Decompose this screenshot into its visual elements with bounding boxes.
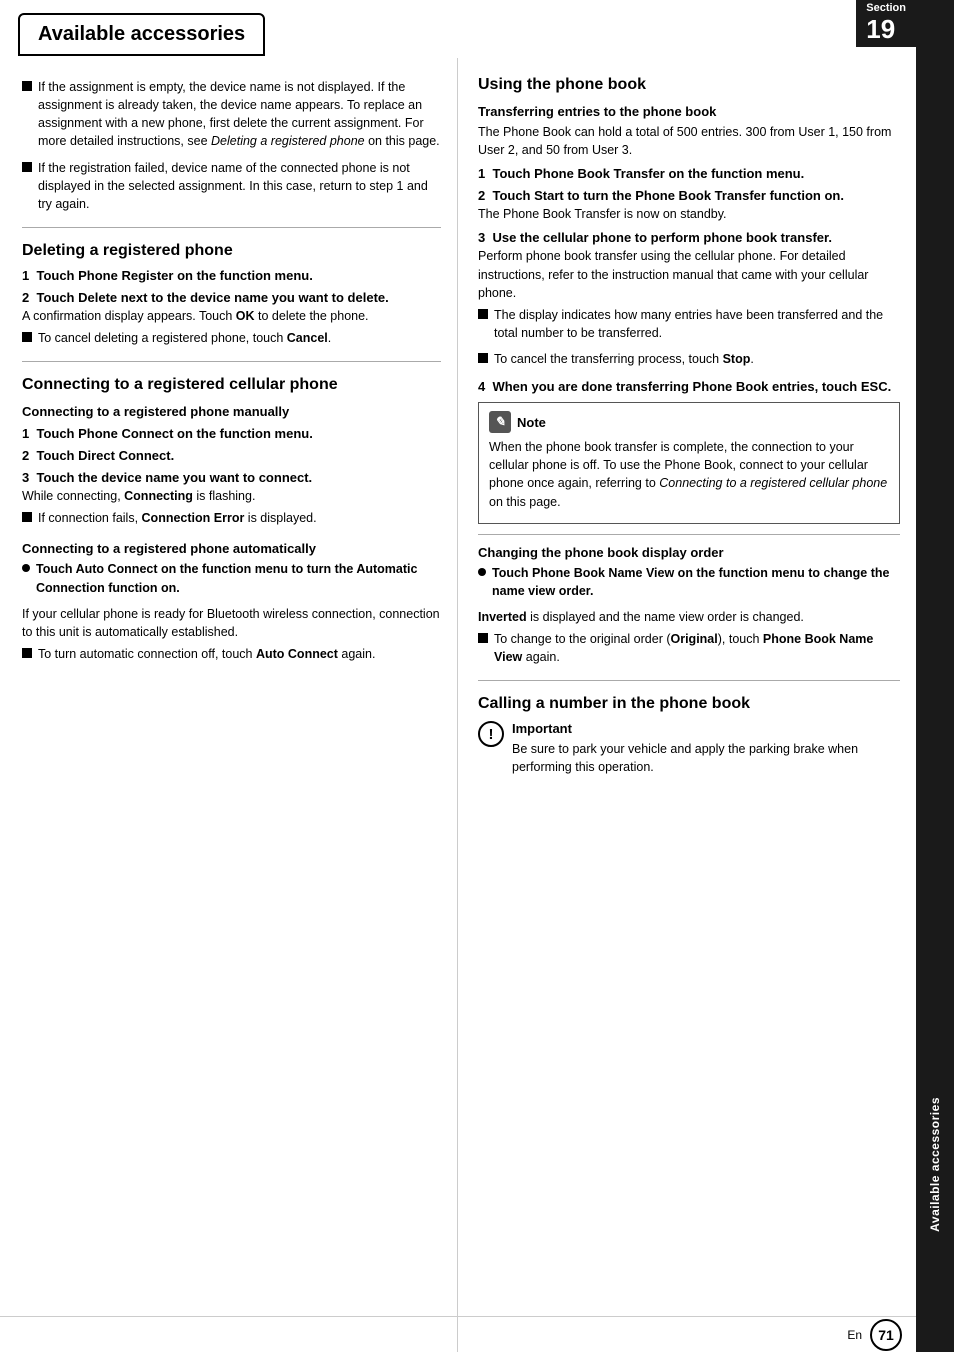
bullet-icon-2	[22, 162, 32, 172]
note-icon: ✎	[489, 411, 511, 433]
divider-1	[22, 227, 441, 228]
bullet-icon-5	[22, 648, 32, 658]
bullet-icon-6	[478, 309, 488, 319]
page: Available accessories Section 19 If the …	[0, 0, 954, 1352]
deleting-bullet: To cancel deleting a registered phone, t…	[22, 329, 441, 351]
note-label: Note	[517, 415, 546, 430]
changing-bullet-1: Touch Phone Book Name View on the functi…	[478, 564, 900, 604]
important-text: Be sure to park your vehicle and apply t…	[512, 740, 900, 776]
deleting-body-1: A confirmation display appears. Touch OK…	[22, 307, 441, 325]
transferring-step-4: 4 When you are done transferring Phone B…	[478, 379, 900, 394]
transferring-bullet-1-text: The display indicates how many entries h…	[494, 306, 900, 342]
left-column: If the assignment is empty, the device n…	[0, 58, 458, 1352]
connecting-heading: Connecting to a registered cellular phon…	[22, 376, 441, 394]
changing-body-1: Inverted is displayed and the name view …	[478, 608, 900, 626]
connecting-auto-bullet-2: To turn automatic connection off, touch …	[22, 645, 441, 667]
sidebar-label: Available accessories	[928, 1097, 942, 1232]
connecting-auto-bullet-text: Touch Auto Connect on the function menu …	[36, 560, 441, 596]
transferring-bullet-1: The display indicates how many entries h…	[478, 306, 900, 346]
bullet-icon	[22, 81, 32, 91]
connecting-manual-body-1: While connecting, Connecting is flashing…	[22, 487, 441, 505]
transferring-body-2: Perform phone book transfer using the ce…	[478, 247, 900, 301]
circle-icon-1	[22, 564, 30, 572]
connecting-manual-step-2: 2 Touch Direct Connect.	[22, 448, 441, 463]
section-number: 19	[866, 14, 906, 45]
note-text: When the phone book transfer is complete…	[489, 438, 889, 511]
changing-bullet-2-text: To change to the original order (Origina…	[494, 630, 900, 666]
transferring-step-1: 1 Touch Phone Book Transfer on the funct…	[478, 166, 900, 181]
transferring-step-2: 2 Touch Start to turn the Phone Book Tra…	[478, 188, 900, 203]
important-icon: !	[478, 721, 504, 747]
circle-icon-2	[478, 568, 486, 576]
connecting-auto-bullet-2-text: To turn automatic connection off, touch …	[38, 645, 375, 663]
phone-book-heading: Using the phone book	[478, 76, 900, 94]
deleting-step-1: 1 Touch Phone Register on the function m…	[22, 268, 441, 283]
bullet-icon-7	[478, 353, 488, 363]
transferring-bullet-2: To cancel the transferring process, touc…	[478, 350, 900, 372]
transferring-intro: The Phone Book can hold a total of 500 e…	[478, 123, 900, 159]
changing-bullet-2: To change to the original order (Origina…	[478, 630, 900, 670]
section-label: Section	[866, 2, 906, 14]
divider-3	[478, 534, 900, 535]
divider-4	[478, 680, 900, 681]
connecting-auto-heading: Connecting to a registered phone automat…	[22, 541, 441, 556]
connecting-manual-step-1: 1 Touch Phone Connect on the function me…	[22, 426, 441, 441]
intro-bullet-1-text: If the assignment is empty, the device n…	[38, 78, 441, 151]
calling-heading: Calling a number in the phone book	[478, 695, 900, 713]
connecting-auto-bullet-1: Touch Auto Connect on the function menu …	[22, 560, 441, 600]
sidebar: Available accessories	[916, 0, 954, 1352]
intro-bullet-2-text: If the registration failed, device name …	[38, 159, 441, 213]
bottom-bar: En 71	[0, 1316, 916, 1352]
connecting-manual-bullet-text: If connection fails, Connection Error is…	[38, 509, 317, 527]
page-title: Available accessories	[18, 13, 265, 56]
note-header: ✎ Note	[489, 411, 889, 433]
changing-bullet-1-text: Touch Phone Book Name View on the functi…	[492, 564, 900, 600]
page-number: 71	[870, 1319, 902, 1351]
deleting-step-2: 2 Touch Delete next to the device name y…	[22, 290, 441, 305]
intro-bullet-1: If the assignment is empty, the device n…	[22, 78, 441, 155]
transferring-body-1: The Phone Book Transfer is now on standb…	[478, 205, 900, 223]
bullet-icon-4	[22, 512, 32, 522]
lang-label: En	[847, 1328, 862, 1342]
note-box: ✎ Note When the phone book transfer is c…	[478, 402, 900, 524]
connecting-manual-bullet: If connection fails, Connection Error is…	[22, 509, 441, 531]
right-column: Using the phone book Transferring entrie…	[458, 58, 916, 1352]
connecting-manual-heading: Connecting to a registered phone manuall…	[22, 404, 441, 419]
bullet-icon-8	[478, 633, 488, 643]
bullet-icon-3	[22, 332, 32, 342]
changing-heading: Changing the phone book display order	[478, 545, 900, 560]
connecting-auto-body-1: If your cellular phone is ready for Blue…	[22, 605, 441, 641]
header: Available accessories Section 19	[0, 0, 916, 58]
important-box: ! Important Be sure to park your vehicle…	[478, 721, 900, 780]
transferring-heading: Transferring entries to the phone book	[478, 104, 900, 119]
intro-bullet-2: If the registration failed, device name …	[22, 159, 441, 217]
section-badge: Section 19	[856, 0, 916, 47]
transferring-bullet-2-text: To cancel the transferring process, touc…	[494, 350, 754, 368]
divider-2	[22, 361, 441, 362]
transferring-step-3: 3 Use the cellular phone to perform phon…	[478, 230, 900, 245]
deleting-bullet-text: To cancel deleting a registered phone, t…	[38, 329, 331, 347]
deleting-heading: Deleting a registered phone	[22, 242, 441, 260]
important-label: Important	[512, 721, 900, 736]
connecting-manual-step-3: 3 Touch the device name you want to conn…	[22, 470, 441, 485]
main-content: If the assignment is empty, the device n…	[0, 58, 916, 1352]
